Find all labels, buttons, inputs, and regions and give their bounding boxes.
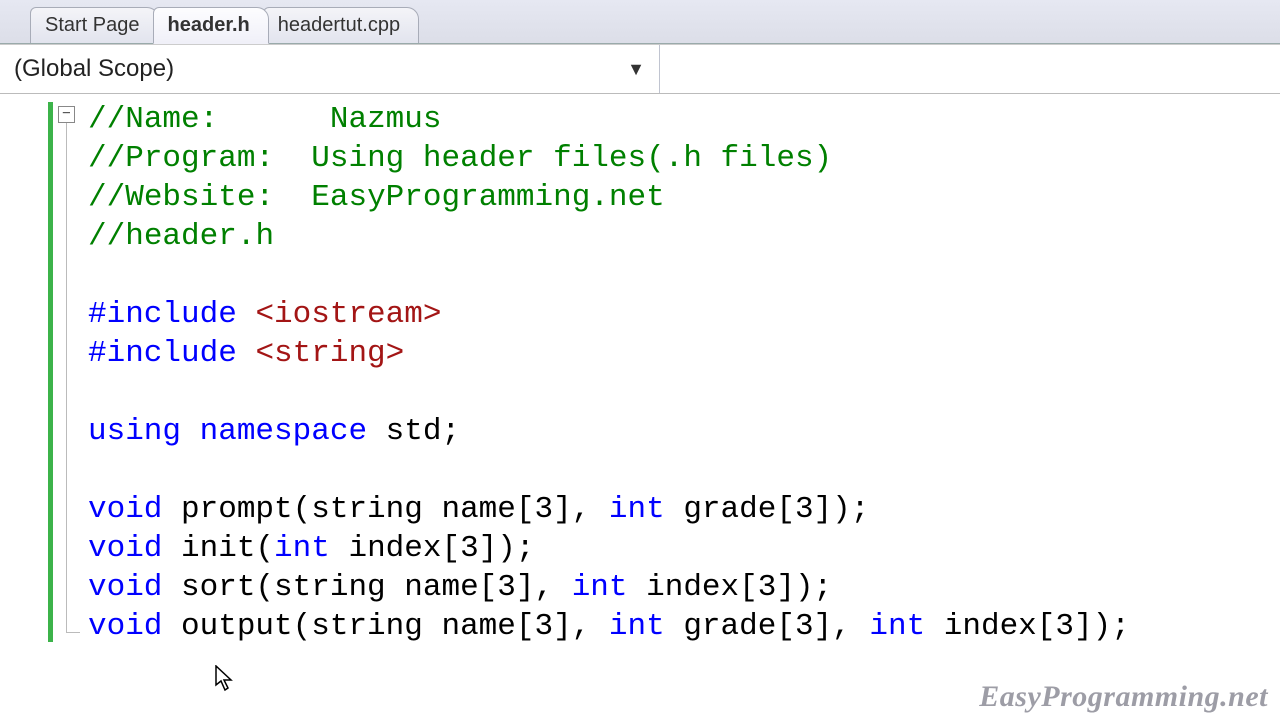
code-content: //Name: Nazmus //Program: Using header f… — [58, 94, 1280, 646]
scope-dropdown[interactable]: (Global Scope) ▼ — [0, 45, 660, 93]
member-dropdown[interactable] — [660, 45, 1280, 93]
tab-header-h[interactable]: header.h — [153, 7, 269, 44]
code-editor[interactable]: − //Name: Nazmus //Program: Using header… — [0, 94, 1280, 720]
chevron-down-icon: ▼ — [627, 59, 645, 80]
fold-gutter: − — [58, 106, 75, 123]
watermark: EasyProgramming.net — [979, 680, 1268, 714]
change-indicator — [48, 102, 53, 642]
tab-bar: Start Page header.h headertut.cpp — [0, 0, 1280, 44]
scope-bar: (Global Scope) ▼ — [0, 44, 1280, 94]
scope-label: (Global Scope) — [14, 55, 174, 83]
fold-end — [66, 632, 80, 633]
fold-toggle[interactable]: − — [58, 106, 75, 123]
tab-headertut-cpp[interactable]: headertut.cpp — [263, 7, 419, 43]
tab-start-page[interactable]: Start Page — [30, 7, 159, 43]
fold-guide — [66, 123, 67, 633]
